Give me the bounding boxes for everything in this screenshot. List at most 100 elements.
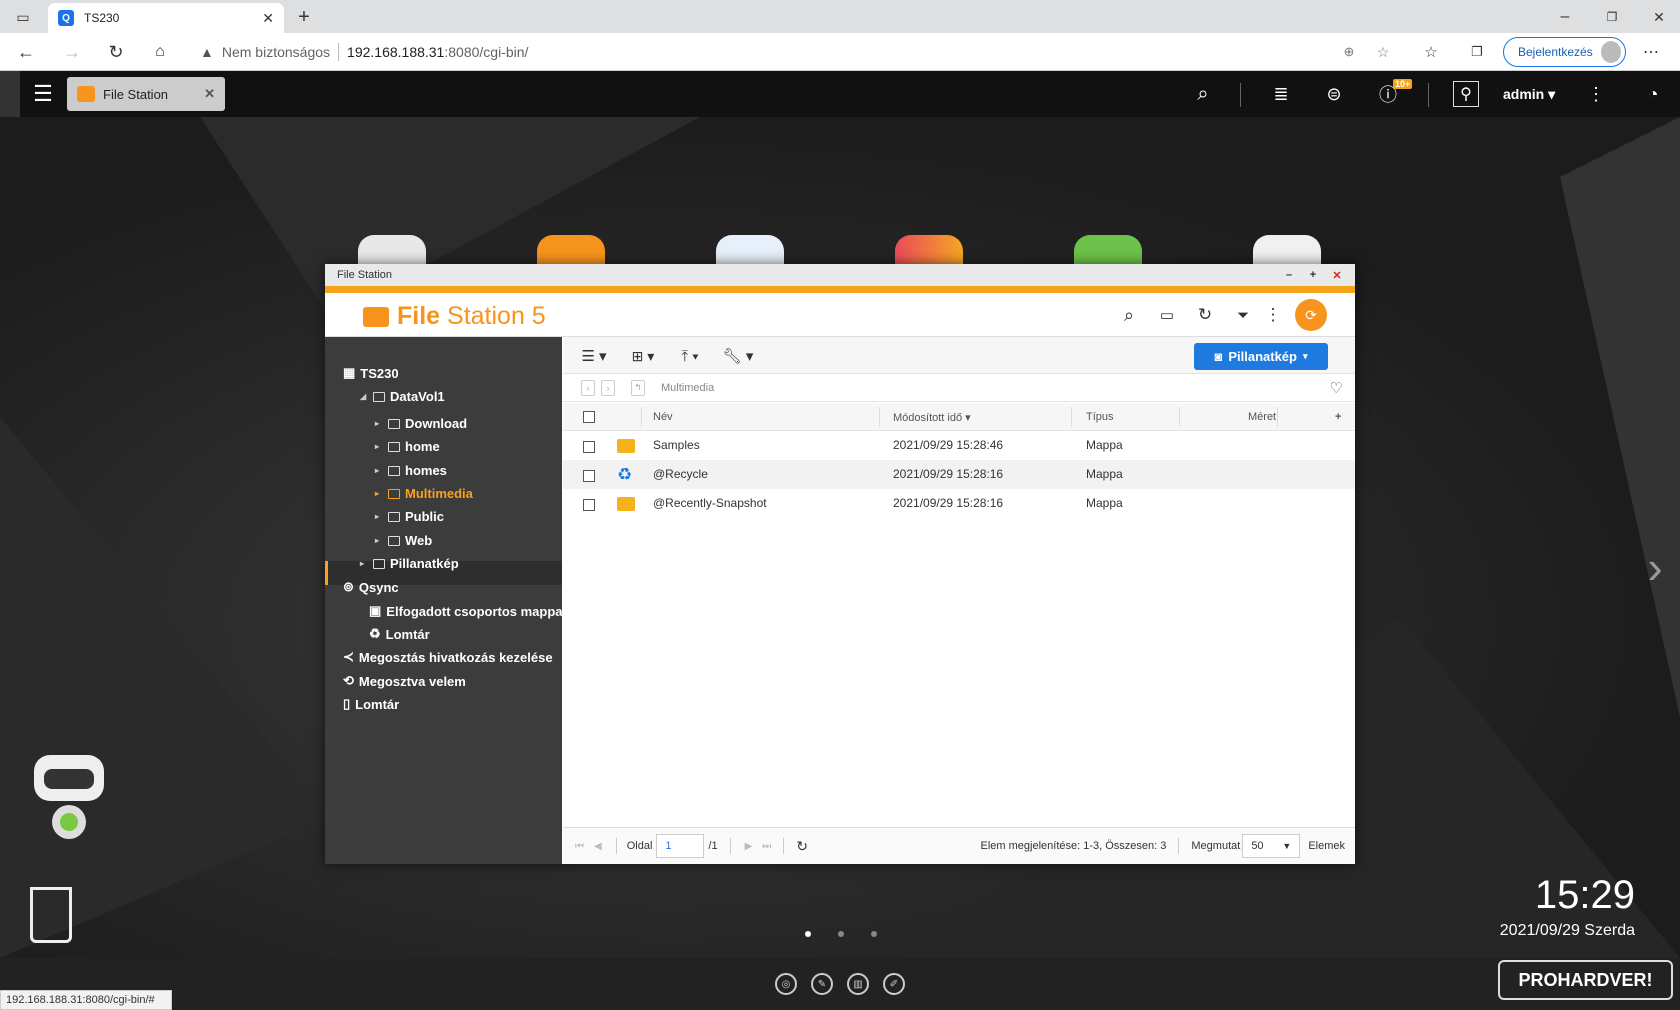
new-tab-icon[interactable]: + bbox=[292, 5, 316, 29]
tools-icon[interactable]: 🔧︎ ▾ bbox=[719, 346, 757, 366]
tree-label: Megosztva velem bbox=[358, 673, 466, 689]
last-page-icon[interactable]: ⏭ bbox=[762, 841, 771, 852]
per-page-select[interactable]: 50 ▼ bbox=[1242, 834, 1301, 858]
reload-icon[interactable]: ↻ bbox=[104, 40, 128, 64]
column-type[interactable]: Típus bbox=[1086, 411, 1114, 423]
tree-item-web[interactable]: ▸ Web bbox=[375, 533, 432, 548]
filter-icon[interactable]: ⏷ bbox=[1231, 303, 1255, 327]
row-checkbox[interactable] bbox=[583, 441, 595, 453]
background-task-icon[interactable]: ⟳ bbox=[1295, 299, 1327, 331]
search-icon[interactable]: ⌕ bbox=[1117, 303, 1141, 327]
next-page-icon[interactable]: › bbox=[1640, 537, 1670, 597]
close-app-icon[interactable]: ✕ bbox=[204, 86, 215, 102]
more-icon[interactable]: ⋯ bbox=[1640, 41, 1662, 63]
robot-assistant-icon[interactable] bbox=[28, 755, 110, 847]
tree-label: Lomtár bbox=[355, 696, 400, 712]
tree-item-public[interactable]: ▸ Public bbox=[375, 509, 444, 524]
select-all-checkbox[interactable] bbox=[583, 411, 595, 423]
snapshot-button-label: Pillanatkép bbox=[1228, 349, 1297, 364]
favorite-heart-icon[interactable]: ♡ bbox=[1330, 379, 1343, 397]
qts-app-tab[interactable]: File Station ✕ bbox=[67, 77, 225, 111]
url-input[interactable]: ▲ Nem biztonságos 192.168.188.31:8080/cg… bbox=[188, 37, 1384, 67]
row-checkbox[interactable] bbox=[583, 470, 595, 482]
nav-forward-icon[interactable]: › bbox=[601, 379, 615, 396]
back-icon[interactable]: ← bbox=[14, 40, 38, 64]
background-tasks-icon[interactable]: ≣ bbox=[1268, 81, 1294, 107]
tree-item-nas[interactable]: ▦ TS230 bbox=[343, 365, 399, 381]
refresh-icon[interactable]: ↻ bbox=[1193, 303, 1217, 327]
dock-tools-icon[interactable]: ✎ bbox=[811, 973, 833, 995]
add-column-icon[interactable]: + bbox=[1335, 411, 1341, 423]
table-row[interactable]: ♻ @Recycle 2021/09/29 15:28:16 Mappa bbox=[563, 460, 1355, 489]
table-row[interactable]: @Recently-Snapshot 2021/09/29 15:28:16 M… bbox=[563, 489, 1355, 518]
user-menu[interactable]: admin ▾ bbox=[1503, 86, 1555, 103]
window-minimize-icon[interactable]: – bbox=[1281, 267, 1297, 283]
dock-myqnapcloud-icon[interactable]: ◎ bbox=[775, 973, 797, 995]
dashboard-icon[interactable]: ◔ bbox=[1640, 81, 1666, 107]
tree-label: Download bbox=[405, 416, 468, 431]
tree-item-volume[interactable]: ◢ DataVol1 bbox=[360, 389, 445, 404]
window-close-icon[interactable]: ✕ bbox=[1647, 5, 1671, 29]
minimize-icon[interactable]: – bbox=[1553, 5, 1577, 29]
view-mode-icon[interactable]: ☰ ▾ bbox=[577, 346, 611, 366]
add-favorite-icon[interactable]: ☆ bbox=[1372, 41, 1394, 63]
close-tab-icon[interactable]: ✕ bbox=[262, 10, 274, 27]
tree-item-multimedia[interactable]: ▸ Multimedia bbox=[375, 486, 473, 501]
column-size[interactable]: Méret bbox=[1248, 411, 1276, 423]
dock-manual-icon[interactable]: ▥ bbox=[847, 973, 869, 995]
upload-icon[interactable]: ⤒ ▾ bbox=[671, 346, 709, 366]
external-device-icon[interactable]: ⊜ bbox=[1321, 81, 1347, 107]
refresh-icon[interactable]: ↻ bbox=[796, 838, 808, 855]
page-dot[interactable] bbox=[838, 931, 844, 937]
caret-icon: ▸ bbox=[375, 466, 380, 475]
cast-icon[interactable]: ▭ bbox=[1155, 303, 1179, 327]
favorites-icon[interactable]: ☆ bbox=[1420, 41, 1442, 63]
page-input[interactable]: 1 bbox=[656, 834, 705, 858]
tree-item-homes[interactable]: ▸ homes bbox=[375, 463, 447, 478]
tree-item-shared-with-me[interactable]: ⟲ Megosztva velem bbox=[343, 673, 466, 689]
options-icon[interactable]: ⋮ bbox=[1586, 81, 1606, 107]
username: admin bbox=[1503, 86, 1545, 102]
column-name[interactable]: Név bbox=[653, 411, 673, 423]
next-page-icon[interactable]: ▶ bbox=[745, 841, 753, 852]
page-dot-active[interactable] bbox=[805, 931, 811, 937]
page-dot[interactable] bbox=[871, 931, 877, 937]
tree-item-recycle-bin[interactable]: ▯ Lomtár bbox=[343, 696, 399, 712]
tree-item-qsync[interactable]: ⊚ Qsync bbox=[343, 579, 399, 595]
trash-icon[interactable] bbox=[30, 887, 72, 943]
tree-item-qsync-recycle[interactable]: ♻ Lomtár bbox=[369, 626, 430, 642]
nav-back-icon[interactable]: ‹ bbox=[581, 379, 595, 396]
tree-label: Multimedia bbox=[405, 486, 473, 501]
forward-icon[interactable]: → bbox=[60, 40, 84, 64]
more-icon[interactable]: ⋮ bbox=[1265, 303, 1282, 327]
tree-item-team-folder[interactable]: ▣ Elfogadott csoportos mappa bbox=[369, 603, 563, 619]
table-row[interactable]: Samples 2021/09/29 15:28:46 Mappa bbox=[563, 431, 1355, 460]
tree-item-download[interactable]: ▸ Download bbox=[375, 416, 467, 431]
tab-actions-icon[interactable]: ▭ bbox=[12, 6, 34, 28]
column-modified[interactable]: Módosított idő ▾ bbox=[893, 411, 971, 424]
first-page-icon[interactable]: ⏮ bbox=[575, 841, 584, 852]
restore-icon[interactable]: ❐ bbox=[1600, 5, 1624, 29]
signin-button[interactable]: Bejelentkezés bbox=[1503, 37, 1626, 67]
window-titlebar[interactable]: File Station – + ✕ bbox=[325, 264, 1355, 286]
browser-tab[interactable]: Q TS230 ✕ bbox=[48, 3, 284, 33]
tree-item-snapshot[interactable]: ▸ Pillanatkép bbox=[360, 556, 459, 571]
tree-item-home[interactable]: ▸ home bbox=[375, 439, 440, 454]
nav-up-icon[interactable]: ↰ bbox=[631, 379, 645, 396]
user-icon[interactable]: ⚲ bbox=[1453, 81, 1479, 107]
zoom-icon[interactable]: ⊕ bbox=[1338, 41, 1360, 63]
prev-page-icon[interactable]: ◀ bbox=[594, 841, 602, 852]
dock-feedback-icon[interactable]: ✐ bbox=[883, 973, 905, 995]
snapshot-button[interactable]: ◙ Pillanatkép ▾ bbox=[1194, 343, 1328, 370]
window-maximize-icon[interactable]: + bbox=[1305, 267, 1321, 283]
row-modified: 2021/09/29 15:28:46 bbox=[893, 438, 1004, 452]
breadcrumb-path[interactable]: Multimedia bbox=[661, 382, 714, 394]
row-checkbox[interactable] bbox=[583, 499, 595, 511]
search-icon[interactable]: ⌕ bbox=[1190, 81, 1216, 107]
home-icon[interactable]: ⌂ bbox=[148, 40, 172, 64]
tree-item-share-links[interactable]: ≺ Megosztás hivatkozás kezelése bbox=[343, 649, 553, 665]
window-close-icon[interactable]: ✕ bbox=[1329, 267, 1345, 283]
collections-icon[interactable]: ❐ bbox=[1466, 41, 1488, 63]
create-folder-icon[interactable]: ⊞ ▾ bbox=[623, 346, 663, 366]
main-menu-icon[interactable]: ☰ bbox=[30, 81, 56, 107]
